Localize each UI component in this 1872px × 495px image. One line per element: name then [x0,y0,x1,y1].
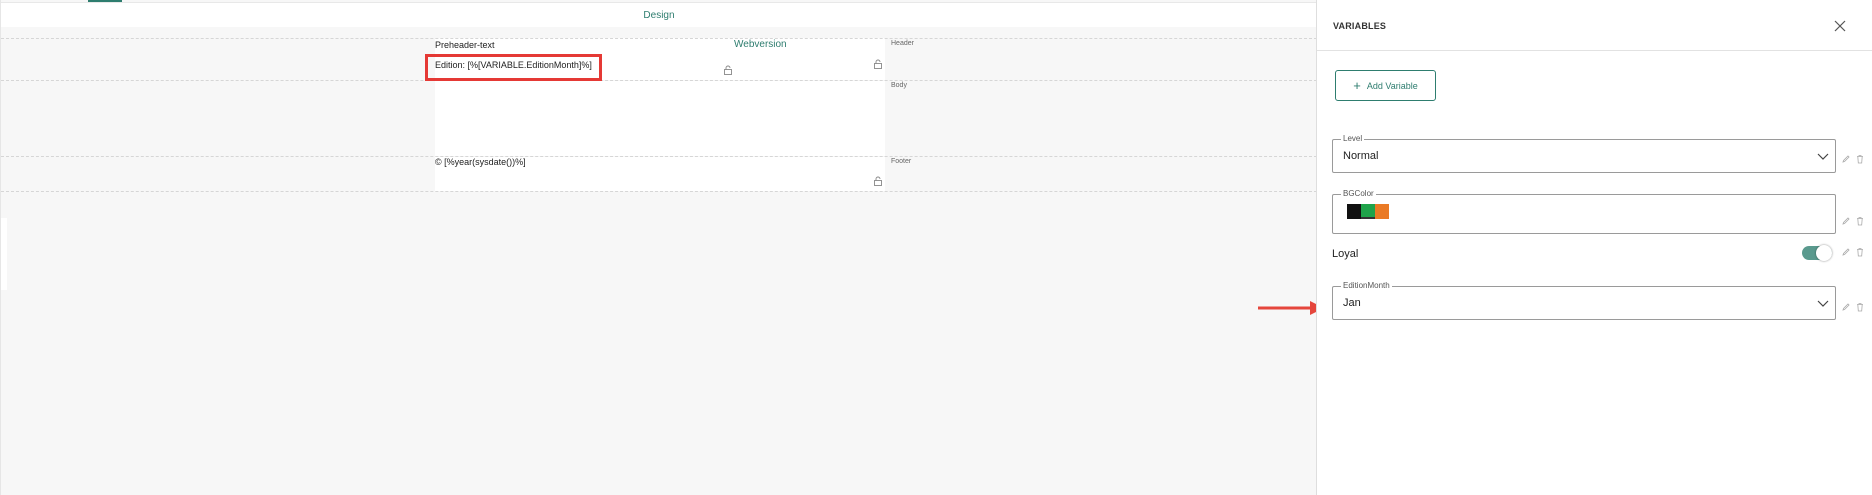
level-value: Normal [1343,150,1379,162]
preheader-text[interactable]: Preheader-text [435,40,495,50]
trash-icon[interactable] [1855,154,1865,164]
header-section-label: Header [891,40,914,47]
bgcolor-actions [1841,216,1865,226]
panel-title: VARIABLES [1333,21,1387,31]
edition-month-actions [1841,302,1865,312]
body-block[interactable] [435,81,885,156]
close-icon[interactable] [1833,19,1847,33]
trash-icon[interactable] [1855,216,1865,226]
loyal-label: Loyal [1332,248,1359,260]
level-select[interactable]: Level Normal [1332,134,1836,173]
variables-panel: VARIABLES + Add Variable Level Normal BG… [1316,0,1872,495]
lock-icon[interactable] [873,59,883,69]
edit-icon[interactable] [1841,154,1851,164]
edition-highlight-box [425,54,602,81]
section-divider [1,80,1317,81]
section-divider [1,156,1317,157]
webversion-link[interactable]: Webversion [734,39,787,50]
toggle-knob [1816,245,1832,261]
color-swatch[interactable] [1375,204,1389,219]
color-swatch[interactable] [1347,204,1361,219]
email-canvas: Design Preheader-text Webversion Header … [0,0,1324,495]
design-tab-label[interactable]: Design [643,10,674,21]
plus-icon: + [1353,78,1361,93]
level-label: Level [1341,134,1365,144]
panel-divider [1317,50,1872,51]
footer-copyright-text[interactable]: © [%year(sysdate())%] [435,157,526,167]
level-actions [1841,154,1865,164]
trash-icon[interactable] [1855,247,1865,257]
app-root: Design Preheader-text Webversion Header … [0,0,1872,495]
trash-icon[interactable] [1855,302,1865,312]
edit-icon[interactable] [1841,216,1851,226]
section-divider [1,191,1317,192]
loyal-actions [1841,247,1865,257]
section-divider [1,38,1317,39]
left-edge-strip [1,218,7,290]
edition-month-select[interactable]: EditionMonth Jan [1332,281,1836,320]
bgcolor-field[interactable]: BGColor [1332,189,1836,234]
chevron-down-icon[interactable] [1817,153,1829,161]
edit-icon[interactable] [1841,302,1851,312]
bgcolor-label: BGColor [1341,189,1376,199]
body-section-label: Body [891,82,907,89]
lock-icon[interactable] [873,176,883,186]
add-variable-label: Add Variable [1366,80,1418,91]
footer-section-label: Footer [891,158,912,165]
chevron-down-icon[interactable] [1817,300,1829,308]
edit-icon[interactable] [1841,247,1851,257]
loyal-toggle[interactable] [1802,245,1832,261]
edition-month-label: EditionMonth [1341,281,1392,291]
edition-month-value: Jan [1343,297,1361,309]
design-tab-bar[interactable]: Design [1,2,1317,27]
add-variable-button[interactable]: + Add Variable [1335,70,1436,101]
color-swatch[interactable] [1361,204,1375,219]
lock-icon[interactable] [723,65,733,75]
